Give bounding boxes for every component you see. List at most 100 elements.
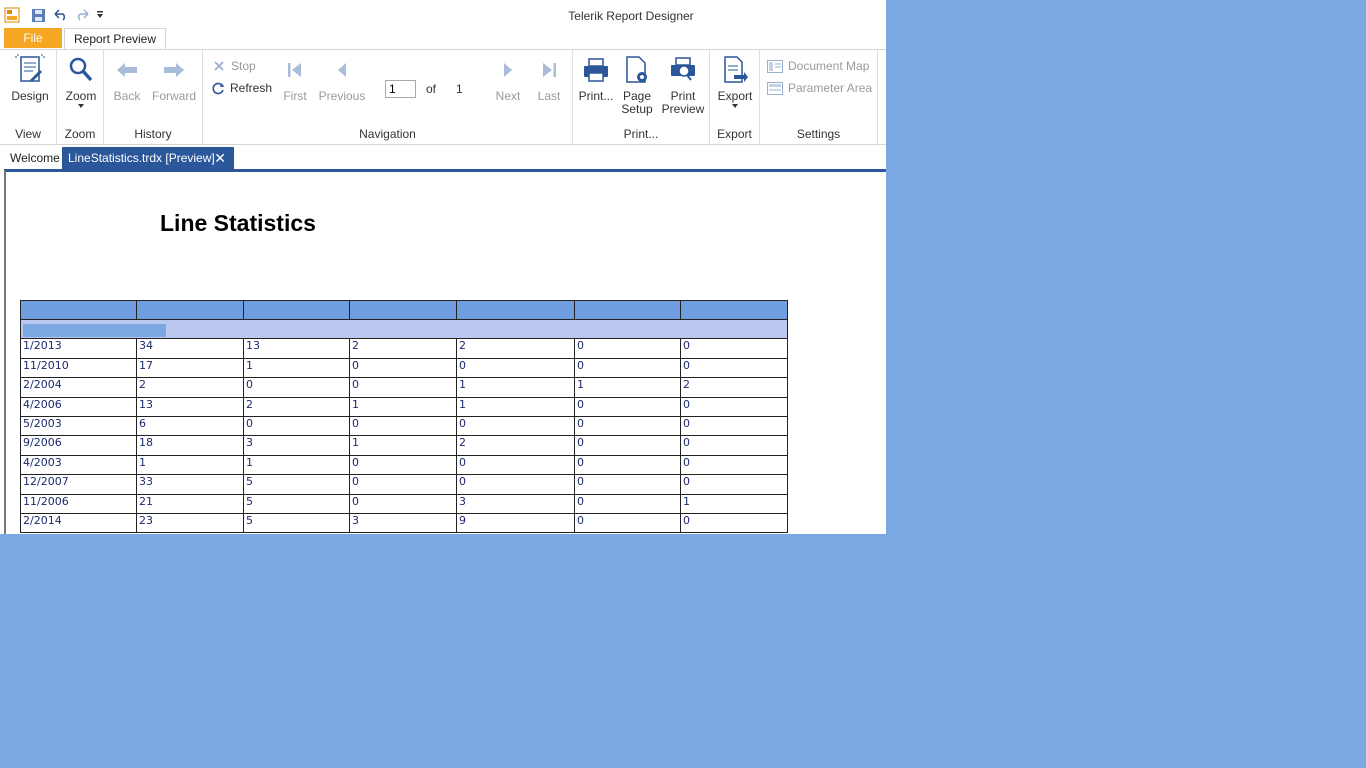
first-page-button[interactable]: First	[278, 54, 312, 103]
tab-report-preview[interactable]: Report Preview	[64, 28, 166, 50]
column-header	[136, 300, 244, 320]
table-cell: 0	[680, 357, 788, 379]
page-setup-icon	[618, 54, 656, 86]
table-cell: 0	[456, 415, 575, 437]
table-cell: 6	[136, 415, 244, 437]
parameter-area-button[interactable]: Parameter Area	[767, 81, 872, 95]
report-title: Line Statistics	[160, 210, 316, 236]
tab-file[interactable]: File	[4, 28, 62, 48]
arrow-right-icon	[150, 54, 198, 86]
export-button[interactable]: Export	[715, 54, 755, 108]
table-cell: 4/2003	[20, 454, 137, 476]
table-cell: 23	[136, 512, 244, 534]
table-cell: 5	[243, 512, 350, 534]
table-row: 11/2006 21 5 0 3 0 1	[20, 493, 788, 514]
group-history-label: History	[134, 127, 172, 141]
stop-button[interactable]: Stop	[212, 59, 256, 73]
table-cell: 0	[456, 474, 575, 495]
table-cell: 17	[136, 357, 244, 379]
table-header-row	[20, 300, 788, 320]
last-page-button[interactable]: Last	[533, 54, 565, 103]
page-number-input[interactable]	[385, 80, 416, 98]
title-bar: Telerik Report Designer	[0, 0, 886, 30]
table-cell: 0	[574, 338, 681, 359]
tab-welcome[interactable]: Welcome	[6, 147, 64, 169]
table-cell: 0	[574, 396, 681, 417]
report-table: 1/2013 34 13 2 2 0 0 11/2010 17 1 0 0 0 0 2/2004 2 0 0 1 1 2…	[20, 300, 788, 534]
table-cell: 13	[243, 338, 350, 359]
table-cell: 1	[456, 396, 575, 417]
table-cell: 2	[243, 396, 350, 417]
print-preview-label-2: Preview	[661, 102, 705, 116]
close-icon[interactable]: ✕	[214, 147, 226, 169]
table-cell: 5	[243, 493, 350, 514]
group-view: Design View	[0, 50, 57, 144]
previous-page-button[interactable]: Previous	[317, 54, 367, 103]
table-cell: 0	[574, 415, 681, 437]
table-cell: 1	[349, 396, 457, 417]
tab-linestatistics-preview[interactable]: LineStatistics.trdx [Preview] ✕	[62, 147, 234, 169]
table-cell: 0	[680, 435, 788, 456]
page-setup-button[interactable]: Page Setup	[618, 54, 656, 116]
table-cell: 13	[136, 396, 244, 417]
ribbon-tab-strip: File Report Preview	[0, 28, 886, 50]
group-export: Export Export	[710, 50, 760, 144]
refresh-button[interactable]: Refresh	[211, 81, 272, 95]
table-cell: 0	[574, 435, 681, 456]
zoom-button[interactable]: Zoom	[61, 54, 101, 108]
export-icon	[715, 54, 755, 86]
last-page-icon	[533, 54, 565, 86]
next-page-icon	[491, 54, 525, 86]
table-row: 1/2013 34 13 2 2 0 0	[20, 338, 788, 359]
magnifier-icon	[61, 54, 101, 86]
forward-label: Forward	[151, 89, 196, 103]
table-row: 5/2003 6 0 0 0 0 0	[20, 415, 788, 437]
stop-icon	[212, 59, 226, 73]
first-label: First	[283, 89, 307, 103]
of-label: of	[426, 82, 437, 96]
table-cell: 2	[349, 338, 457, 359]
column-header	[20, 300, 137, 320]
column-header	[349, 300, 457, 320]
design-icon	[6, 54, 54, 86]
table-cell: 0	[574, 474, 681, 495]
back-button[interactable]: Back	[110, 54, 144, 103]
document-map-button[interactable]: Document Map	[767, 59, 869, 73]
table-cell: 0	[574, 454, 681, 476]
group-highlight	[23, 324, 166, 337]
printer-icon	[577, 54, 615, 86]
report-preview-area[interactable]: Line Statistics 1/2013 34 13 2 2 0 0 11/…	[4, 169, 886, 534]
table-cell: 0	[680, 415, 788, 437]
table-cell: 5/2003	[20, 415, 137, 437]
table-cell: 5	[243, 474, 350, 495]
table-row: 12/2007 33 5 0 0 0 0	[20, 474, 788, 495]
table-cell: 11/2006	[20, 493, 137, 514]
column-header	[680, 300, 788, 320]
table-cell: 21	[136, 493, 244, 514]
table-cell: 4/2006	[20, 396, 137, 417]
table-cell: 0	[456, 454, 575, 476]
design-button[interactable]: Design	[6, 54, 54, 103]
table-cell: 2/2004	[20, 377, 137, 398]
document-map-icon	[767, 59, 783, 73]
group-print-label: Print...	[623, 127, 659, 141]
table-cell: 0	[574, 493, 681, 514]
forward-button[interactable]: Forward	[150, 54, 198, 103]
group-navigation-label: Navigation	[359, 127, 416, 141]
table-cell: 1	[243, 357, 350, 379]
table-cell: 11/2010	[20, 357, 137, 379]
table-row: 4/2003 1 1 0 0 0 0	[20, 454, 788, 476]
table-cell: 1	[574, 377, 681, 398]
table-cell: 0	[680, 338, 788, 359]
window-title: Telerik Report Designer	[568, 9, 694, 23]
print-preview-button[interactable]: Print Preview	[660, 54, 706, 116]
document-map-label: Document Map	[788, 59, 870, 73]
next-page-button[interactable]: Next	[491, 54, 525, 103]
table-cell: 9/2006	[20, 435, 137, 456]
arrow-left-icon	[110, 54, 144, 86]
group-history: Back Forward History	[104, 50, 203, 144]
table-row: 11/2010 17 1 0 0 0 0	[20, 357, 788, 379]
table-cell: 33	[136, 474, 244, 495]
print-button[interactable]: Print...	[577, 54, 615, 103]
table-cell: 0	[349, 474, 457, 495]
